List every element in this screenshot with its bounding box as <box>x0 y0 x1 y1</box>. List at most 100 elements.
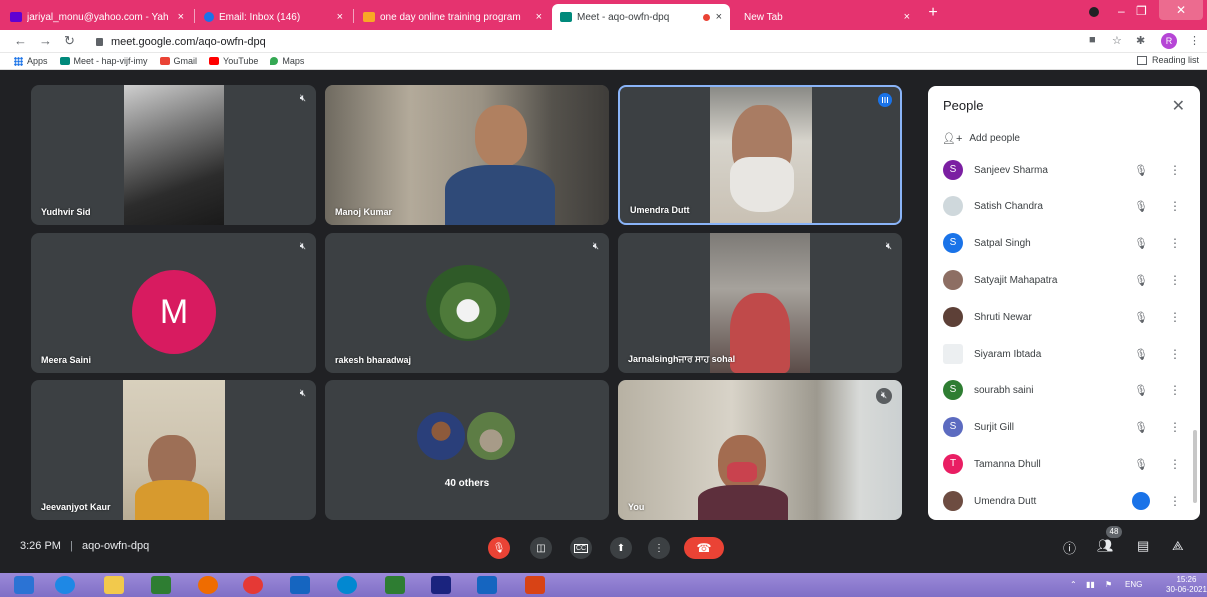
edge-icon[interactable] <box>337 576 357 594</box>
tray-chevron-icon[interactable]: ⌃ <box>1070 580 1077 589</box>
meeting-details-icon[interactable]: ⓘ <box>1063 538 1076 557</box>
new-tab-button[interactable]: + <box>922 4 944 22</box>
close-panel-icon[interactable]: ✕ <box>1172 96 1185 116</box>
participant-tile-active-speaker[interactable]: Umendra Dutt <box>618 85 902 225</box>
more-options-icon[interactable]: ⋮ <box>1169 273 1181 287</box>
participant-tile[interactable]: 🔇︎ rakesh bharadwaj <box>325 233 609 373</box>
profile-avatar[interactable]: R <box>1161 33 1177 49</box>
address-bar[interactable]: meet.google.com/aqo-owfn-dpq <box>96 33 266 50</box>
firefox-icon[interactable] <box>198 576 218 594</box>
more-options-icon[interactable]: ⋮ <box>1169 494 1181 508</box>
people-icon[interactable]: 👥︎ <box>1097 538 1114 554</box>
store-icon[interactable] <box>151 576 171 594</box>
others-tile[interactable]: 40 others <box>325 380 609 520</box>
more-options-icon[interactable]: ⋮ <box>1169 383 1181 397</box>
restore-button[interactable]: ❐ <box>1136 4 1147 18</box>
participant-row[interactable]: Siyaram Ibtada 🎙︎ ⋮ <box>943 343 1181 365</box>
close-tab-icon[interactable]: × <box>904 11 910 23</box>
participant-row[interactable]: Umendra Dutt ⋮ <box>943 490 1181 512</box>
close-tab-icon[interactable]: × <box>337 11 343 23</box>
leave-call-button[interactable]: ☎ <box>684 537 724 559</box>
present-screen-button[interactable]: ⬆ <box>610 537 632 559</box>
reload-icon[interactable]: ↻ <box>64 33 75 49</box>
forward-icon[interactable]: → <box>39 33 52 48</box>
participant-tile[interactable]: Manoj Kumar <box>325 85 609 225</box>
tab-email-inbox[interactable]: Email: Inbox (146) × <box>196 4 351 30</box>
camera-toggle-button[interactable]: ◫ <box>530 537 552 559</box>
participant-tile[interactable]: 🔇︎ Jarnalsinghਜਾਰ ਸਾਹ sohal <box>618 233 902 373</box>
self-tile[interactable]: 🔇︎ You <box>618 380 902 520</box>
bookmark-meet[interactable]: Meet - hap-vijf-imy <box>59 56 148 66</box>
flag-icon[interactable]: ⚑ <box>1105 580 1112 589</box>
more-options-icon[interactable]: ⋮ <box>1169 310 1181 324</box>
more-options-icon[interactable]: ⋮ <box>1169 347 1181 361</box>
bookmark-gmail[interactable]: Gmail <box>159 56 197 66</box>
windows-start-icon[interactable] <box>14 576 34 594</box>
extensions-icon[interactable]: ✱ <box>1136 34 1145 47</box>
word-icon[interactable] <box>477 576 497 594</box>
close-tab-icon[interactable]: × <box>178 11 184 23</box>
participant-tile[interactable]: M 🔇︎ Meera Saini <box>31 233 316 373</box>
tab-yahoo-mail[interactable]: jariyal_monu@yahoo.com - Yah × <box>2 4 192 30</box>
mic-off-icon: 🎙︎ <box>1134 164 1148 177</box>
bookmark-label: Apps <box>27 56 48 66</box>
network-icon[interactable]: ▮▮ <box>1086 580 1095 589</box>
clock-time: 15:26 <box>1176 575 1197 584</box>
more-options-icon[interactable]: ⋮ <box>1169 163 1181 177</box>
participant-row[interactable]: Satyajit Mahapatra 🎙︎ ⋮ <box>943 269 1181 291</box>
participant-row[interactable]: S Sanjeev Sharma 🎙︎ ⋮ <box>943 159 1181 181</box>
more-options-icon[interactable]: ⋮ <box>1169 236 1181 250</box>
paint-icon[interactable] <box>290 576 310 594</box>
more-options-button[interactable]: ⋮ <box>648 537 670 559</box>
participant-row[interactable]: Satish Chandra 🎙︎ ⋮ <box>943 195 1181 217</box>
participant-row[interactable]: T Tamanna Dhull 🎙︎ ⋮ <box>943 453 1181 475</box>
participant-row[interactable]: S Surjit Gill 🎙︎ ⋮ <box>943 416 1181 438</box>
tab-training-program[interactable]: one day online training program × <box>355 4 550 30</box>
language-indicator[interactable]: ENG <box>1125 580 1142 589</box>
back-icon[interactable]: ← <box>14 33 27 48</box>
close-window-button[interactable]: ✕ <box>1159 0 1203 20</box>
bookmark-label: Meet - hap-vijf-imy <box>73 56 148 66</box>
file-explorer-icon[interactable] <box>104 576 124 594</box>
participant-tile[interactable]: 🔇︎ Jeevanjyot Kaur <box>31 380 316 520</box>
activities-icon[interactable]: ⟁ <box>1172 538 1184 554</box>
tab-divider <box>353 9 354 23</box>
powerpoint-icon[interactable] <box>525 576 545 594</box>
add-people-button[interactable]: 👤︎+ Add people <box>942 132 1020 145</box>
internet-explorer-icon[interactable] <box>55 576 75 594</box>
bookmark-star-icon[interactable]: ☆ <box>1112 34 1122 47</box>
participant-row[interactable]: S Satpal Singh 🎙︎ ⋮ <box>943 232 1181 254</box>
bookmark-maps[interactable]: Maps <box>270 56 304 66</box>
more-options-icon[interactable]: ⋮ <box>1169 199 1181 213</box>
participant-tile[interactable]: 🔇︎ Yudhvir Sid <box>31 85 316 225</box>
meeting-app-icon[interactable] <box>431 576 451 594</box>
microphone-toggle-button[interactable]: 🎙︎ <box>488 537 510 559</box>
tab-meet[interactable]: Meet - aqo-owfn-dpq × <box>552 4 730 30</box>
others-count-label: 40 others <box>444 478 490 489</box>
participant-row[interactable]: Shruti Newar 🎙︎ ⋮ <box>943 306 1181 328</box>
chrome-menu-icon[interactable]: ⋮ <box>1189 34 1200 47</box>
participant-row[interactable]: S sourabh saini 🎙︎ ⋮ <box>943 379 1181 401</box>
chrome-icon[interactable] <box>243 576 263 594</box>
taskbar-clock[interactable]: 15:26 30-06-2021 <box>1166 575 1207 595</box>
tab-new-tab[interactable]: New Tab × <box>732 4 918 30</box>
profile-menu-icon[interactable] <box>1089 7 1099 17</box>
people-scrollbar[interactable] <box>1193 430 1197 503</box>
tab-title: one day online training program <box>380 11 521 23</box>
excel-icon[interactable] <box>385 576 405 594</box>
close-tab-icon[interactable]: × <box>716 11 722 23</box>
meeting-code: aqo-owfn-dpq <box>81 540 150 552</box>
participant-face <box>475 105 527 167</box>
minimize-button[interactable]: – <box>1118 4 1125 18</box>
captions-button[interactable]: CC <box>570 537 592 559</box>
more-options-icon[interactable]: ⋮ <box>1169 457 1181 471</box>
reading-list-button[interactable]: Reading list <box>1136 55 1199 65</box>
camera-indicator-icon[interactable]: ■ <box>1089 34 1096 46</box>
participant-name: sourabh saini <box>974 384 1034 396</box>
more-options-icon[interactable]: ⋮ <box>1169 420 1181 434</box>
chat-icon[interactable]: ▤ <box>1137 538 1149 554</box>
close-tab-icon[interactable]: × <box>536 11 542 23</box>
participant-name: Tamanna Dhull <box>974 458 1041 470</box>
bookmark-apps[interactable]: Apps <box>27 56 48 66</box>
bookmark-youtube[interactable]: YouTube <box>209 56 258 66</box>
